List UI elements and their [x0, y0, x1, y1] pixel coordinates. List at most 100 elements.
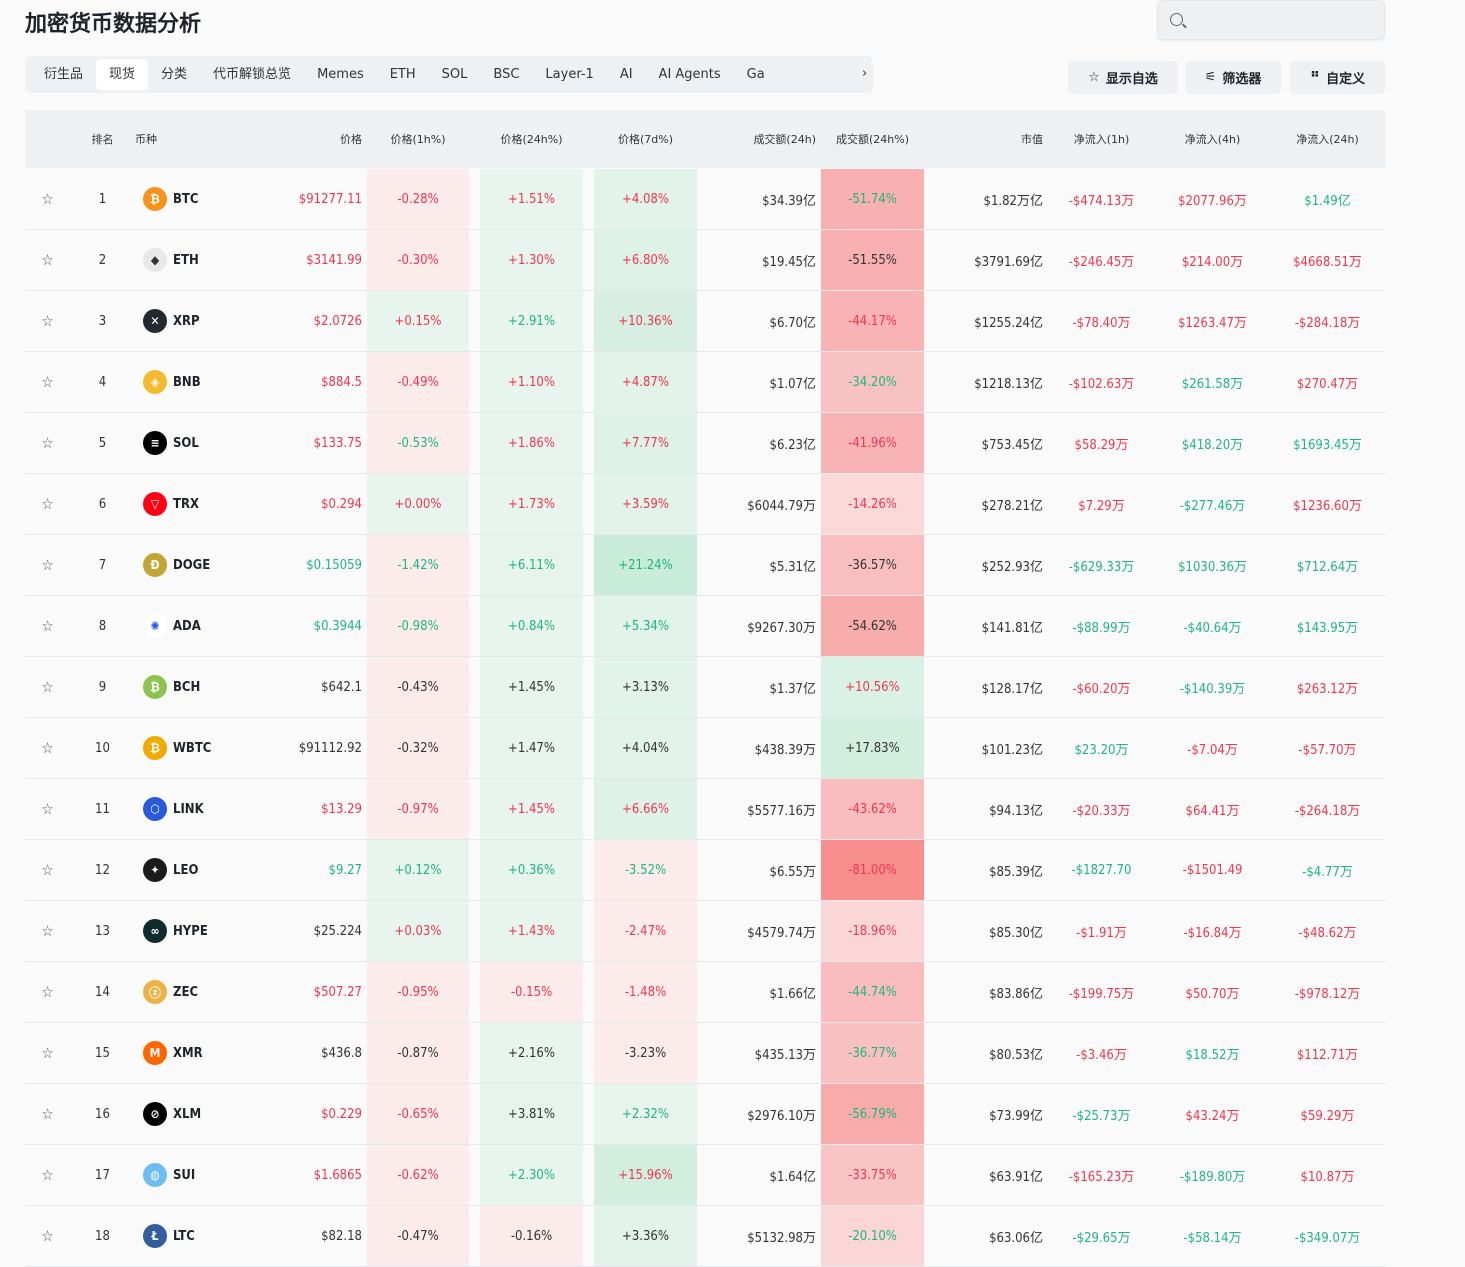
customize-button[interactable]: ⠛ 自定义: [1290, 61, 1385, 94]
tab-6[interactable]: SOL: [429, 59, 481, 90]
coin-cell[interactable]: ₿ BCH: [135, 657, 255, 717]
coin-cell[interactable]: Ł LTC: [135, 1206, 255, 1266]
table-row[interactable]: ☆ 2 ◆ ETH $3141.99 -0.30% +1.30% +6.80% $19.45亿 -…: [25, 230, 1385, 291]
search-box[interactable]: [1157, 0, 1385, 40]
search-input[interactable]: [1192, 9, 1372, 31]
header-price-1h[interactable]: 价格(1h%): [367, 110, 469, 168]
header-price-7d[interactable]: 价格(7d%): [594, 110, 697, 168]
header-price[interactable]: 价格: [255, 110, 367, 168]
favorite-star-icon[interactable]: ☆: [41, 434, 53, 452]
tab-5[interactable]: ETH: [377, 59, 429, 90]
coin-cell[interactable]: ₿ WBTC: [135, 718, 255, 778]
favorite-star-icon[interactable]: ☆: [41, 251, 53, 269]
coin-symbol: ETH: [173, 252, 199, 268]
coin-cell[interactable]: ✦ LEO: [135, 840, 255, 900]
coin-cell[interactable]: ∞ HYPE: [135, 901, 255, 961]
table-row[interactable]: ☆ 16 ⊘ XLM $0.229 -0.65% +3.81% +2.32% $2976.10万…: [25, 1084, 1385, 1145]
coin-logo-icon: ✕: [143, 309, 167, 333]
table-row[interactable]: ☆ 14 ⓩ ZEC $507.27 -0.95% -0.15% -1.48% $1.66亿 -4…: [25, 962, 1385, 1023]
coin-cell[interactable]: M XMR: [135, 1023, 255, 1083]
netflow-24h: $263.12万: [1296, 681, 1359, 697]
header-price-24h[interactable]: 价格(24h%): [480, 110, 583, 168]
header-netflow-4h[interactable]: 净流入(4h): [1155, 110, 1270, 168]
coin-cell[interactable]: ◈ BNB: [135, 352, 255, 412]
volume-24h: $6.70亿: [769, 315, 816, 331]
favorite-star-icon[interactable]: ☆: [41, 1105, 53, 1123]
tab-4[interactable]: Memes: [304, 59, 377, 90]
table-row[interactable]: ☆ 7 Ð DOGE $0.15059 -1.42% +6.11% +21.24% $5.31亿…: [25, 535, 1385, 596]
table-row[interactable]: ☆ 4 ◈ BNB $884.5 -0.49% +1.10% +4.87% $1.07亿 -34.…: [25, 352, 1385, 413]
header-netflow-24h[interactable]: 净流入(24h): [1270, 110, 1385, 168]
header-volume-24h[interactable]: 成交额(24h): [697, 110, 821, 168]
coin-cell[interactable]: ⊘ XLM: [135, 1084, 255, 1144]
header-volume-24h-pct[interactable]: 成交额(24h%): [821, 110, 924, 168]
favorite-star-icon[interactable]: ☆: [41, 922, 53, 940]
table-row[interactable]: ☆ 10 ₿ WBTC $91112.92 -0.32% +1.47% +4.04% $438.…: [25, 718, 1385, 779]
tab-9[interactable]: AI: [607, 59, 646, 90]
coin-cell[interactable]: ◆ ETH: [135, 230, 255, 290]
rank: 9: [98, 679, 107, 695]
filter-button[interactable]: ⚟ 筛选器: [1185, 61, 1281, 94]
price: $0.3944: [313, 618, 362, 634]
price-change-7d: +4.08%: [594, 169, 697, 229]
coin-cell[interactable]: ≡ SOL: [135, 413, 255, 473]
tab-3[interactable]: 代币解锁总览: [200, 59, 304, 90]
tab-0[interactable]: 衍生品: [31, 59, 96, 90]
table-row[interactable]: ☆ 3 ✕ XRP $2.0726 +0.15% +2.91% +10.36% $6.70亿 -4…: [25, 291, 1385, 352]
favorite-star-icon[interactable]: ☆: [41, 556, 53, 574]
favorite-star-icon[interactable]: ☆: [41, 495, 53, 513]
favorite-star-icon[interactable]: ☆: [41, 190, 53, 208]
header-market-cap[interactable]: 市值: [924, 110, 1048, 168]
favorite-star-icon[interactable]: ☆: [41, 1166, 53, 1184]
show-watchlist-button[interactable]: ☆ 显示自选: [1068, 61, 1178, 94]
coin-cell[interactable]: ⬡ LINK: [135, 779, 255, 839]
coin-cell[interactable]: ◍ SUI: [135, 1145, 255, 1205]
price: $25.224: [313, 923, 362, 939]
table-row[interactable]: ☆ 12 ✦ LEO $9.27 +0.12% +0.36% -3.52% $6.55万 -81.…: [25, 840, 1385, 901]
header-coin[interactable]: 币种: [135, 110, 255, 168]
coin-logo-icon: ▽: [143, 492, 167, 516]
favorite-star-icon[interactable]: ☆: [41, 861, 53, 879]
volume-change-24h: -18.96%: [821, 901, 924, 961]
table-row[interactable]: ☆ 1 ₿ BTC $91277.11 -0.28% +1.51% +4.08% $34.39亿…: [25, 169, 1385, 230]
tab-2[interactable]: 分类: [148, 59, 200, 90]
header-rank[interactable]: 排名: [70, 110, 135, 168]
favorite-star-icon[interactable]: ☆: [41, 678, 53, 696]
favorite-star-icon[interactable]: ☆: [41, 373, 53, 391]
header-netflow-1h[interactable]: 净流入(1h): [1048, 110, 1155, 168]
table-row[interactable]: ☆ 11 ⬡ LINK $13.29 -0.97% +1.45% +6.66% $5577.16…: [25, 779, 1385, 840]
favorite-star-icon[interactable]: ☆: [41, 800, 53, 818]
tab-10[interactable]: AI Agents: [646, 59, 734, 90]
favorite-star-icon[interactable]: ☆: [41, 1227, 53, 1245]
coin-cell[interactable]: ✕ XRP: [135, 291, 255, 351]
favorite-star-icon[interactable]: ☆: [41, 312, 53, 330]
chevron-right-icon[interactable]: ›: [862, 66, 867, 81]
market-cap: $753.45亿: [981, 437, 1043, 453]
price-change-7d: -3.23%: [594, 1023, 697, 1083]
coin-cell[interactable]: ₿ BTC: [135, 169, 255, 229]
favorite-star-icon[interactable]: ☆: [41, 739, 53, 757]
tab-8[interactable]: Layer-1: [532, 59, 606, 90]
table-row[interactable]: ☆ 13 ∞ HYPE $25.224 +0.03% +1.43% -2.47% $4579.7…: [25, 901, 1385, 962]
table-row[interactable]: ☆ 18 Ł LTC $82.18 -0.47% -0.16% +3.36% $5132.98万…: [25, 1206, 1385, 1267]
coin-cell[interactable]: ▽ TRX: [135, 474, 255, 534]
favorite-star-icon[interactable]: ☆: [41, 983, 53, 1001]
coin-cell[interactable]: ⓩ ZEC: [135, 962, 255, 1022]
tab-1[interactable]: 现货: [96, 59, 149, 90]
volume-change-24h: -36.57%: [821, 535, 924, 595]
table-row[interactable]: ☆ 15 M XMR $436.8 -0.87% +2.16% -3.23% $435.13万 -…: [25, 1023, 1385, 1084]
coin-logo-icon: ✦: [143, 858, 167, 882]
table-row[interactable]: ☆ 5 ≡ SOL $133.75 -0.53% +1.86% +7.77% $6.23亿 -41…: [25, 413, 1385, 474]
table-row[interactable]: ☆ 17 ◍ SUI $1.6865 -0.62% +2.30% +15.96% $1.64亿 -…: [25, 1145, 1385, 1206]
coin-cell[interactable]: ✺ ADA: [135, 596, 255, 656]
price-change-7d: -3.52%: [594, 840, 697, 900]
price-change-7d: +4.87%: [594, 352, 697, 412]
table-row[interactable]: ☆ 6 ▽ TRX $0.294 +0.00% +1.73% +3.59% $6044.79万 -…: [25, 474, 1385, 535]
tab-11[interactable]: Ga: [734, 59, 778, 90]
table-row[interactable]: ☆ 9 ₿ BCH $642.1 -0.43% +1.45% +3.13% $1.37亿 +10.…: [25, 657, 1385, 718]
tab-7[interactable]: BSC: [480, 59, 532, 90]
favorite-star-icon[interactable]: ☆: [41, 1044, 53, 1062]
favorite-star-icon[interactable]: ☆: [41, 617, 53, 635]
coin-cell[interactable]: Ð DOGE: [135, 535, 255, 595]
table-row[interactable]: ☆ 8 ✺ ADA $0.3944 -0.98% +0.84% +5.34% $9267.30万…: [25, 596, 1385, 657]
